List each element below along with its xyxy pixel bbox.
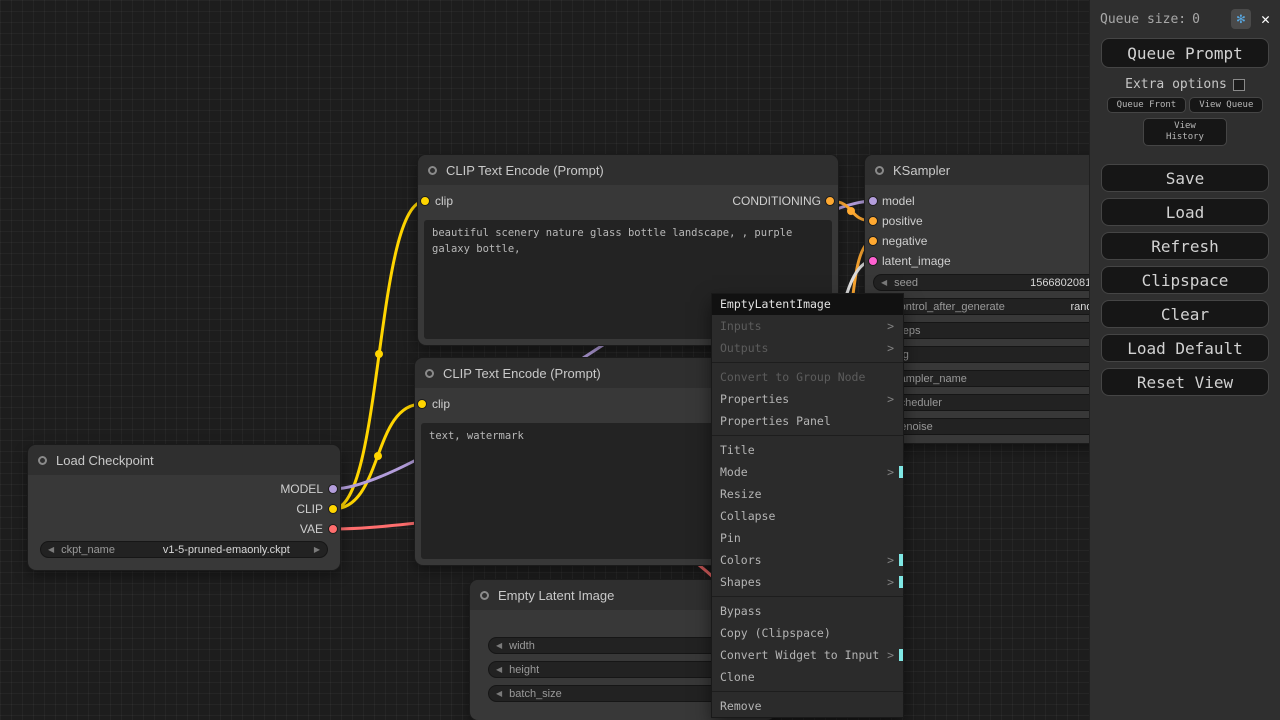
submenu-arrow-icon: > bbox=[887, 553, 894, 567]
input-label-negative: negative bbox=[882, 234, 928, 248]
submenu-accent-mark bbox=[899, 649, 903, 661]
node-title-bar[interactable]: CLIP Text Encode (Prompt) bbox=[418, 155, 838, 185]
submenu-arrow-icon: > bbox=[887, 465, 894, 479]
submenu-arrow-icon: > bbox=[887, 319, 894, 333]
menu-item-resize[interactable]: Resize bbox=[712, 483, 903, 505]
menu-item-collapse[interactable]: Collapse bbox=[712, 505, 903, 527]
menu-item-outputs: Outputs > bbox=[712, 337, 903, 359]
comfy-menu-panel: Queue size: 0 ✻ ✕ Queue Prompt Extra opt… bbox=[1090, 0, 1280, 720]
menu-item-properties-panel[interactable]: Properties Panel bbox=[712, 410, 903, 432]
node-title: Load Checkpoint bbox=[56, 452, 154, 468]
decrement-icon[interactable]: ◀ bbox=[496, 641, 502, 650]
refresh-button[interactable]: Refresh bbox=[1101, 232, 1269, 260]
node-load-checkpoint[interactable]: Load Checkpoint MODEL CLIP VAE ◀ ckpt_na… bbox=[28, 445, 340, 570]
collapse-dot-icon[interactable] bbox=[875, 165, 884, 175]
extra-options-checkbox[interactable] bbox=[1232, 78, 1245, 91]
output-label-conditioning: CONDITIONING bbox=[732, 194, 821, 208]
menu-item-inputs: Inputs > bbox=[712, 315, 903, 337]
submenu-accent-mark bbox=[899, 466, 903, 478]
close-icon[interactable]: ✕ bbox=[1261, 10, 1270, 28]
input-label-model: model bbox=[882, 194, 915, 208]
menu-item-clone[interactable]: Clone bbox=[712, 666, 903, 688]
menu-item-remove[interactable]: Remove bbox=[712, 695, 903, 717]
queue-front-button[interactable]: Queue Front bbox=[1106, 97, 1187, 113]
node-title: CLIP Text Encode (Prompt) bbox=[446, 162, 604, 178]
next-icon[interactable]: ▶ bbox=[314, 545, 320, 554]
clear-button[interactable]: Clear bbox=[1101, 300, 1269, 328]
submenu-accent-mark bbox=[899, 576, 903, 588]
decrement-icon[interactable]: ◀ bbox=[881, 278, 887, 287]
load-default-button[interactable]: Load Default bbox=[1101, 334, 1269, 362]
queue-prompt-button[interactable]: Queue Prompt bbox=[1101, 38, 1269, 68]
menu-separator bbox=[712, 688, 903, 695]
input-label-positive: positive bbox=[882, 214, 923, 228]
menu-item-convert-widget-to-input[interactable]: Convert Widget to Input > bbox=[712, 644, 903, 666]
node-title: KSampler bbox=[893, 162, 951, 178]
input-label-latent-image: latent_image bbox=[882, 254, 951, 268]
widget-ckpt-name[interactable]: ◀ ckpt_name v1-5-pruned-emaonly.ckpt ▶ bbox=[40, 541, 328, 558]
node-title: CLIP Text Encode (Prompt) bbox=[443, 365, 601, 381]
reset-view-button[interactable]: Reset View bbox=[1101, 368, 1269, 396]
settings-gear-icon[interactable]: ✻ bbox=[1230, 9, 1251, 29]
menu-item-mode[interactable]: Mode > bbox=[712, 461, 903, 483]
menu-separator bbox=[712, 593, 903, 600]
submenu-accent-mark bbox=[899, 554, 903, 566]
menu-item-pin[interactable]: Pin bbox=[712, 527, 903, 549]
load-button[interactable]: Load bbox=[1101, 198, 1269, 226]
menu-item-bypass[interactable]: Bypass bbox=[712, 600, 903, 622]
collapse-dot-icon[interactable] bbox=[480, 590, 489, 600]
menu-item-copy-clipspace[interactable]: Copy (Clipspace) bbox=[712, 622, 903, 644]
submenu-arrow-icon: > bbox=[887, 392, 894, 406]
node-title: Empty Latent Image bbox=[498, 587, 615, 603]
prev-icon[interactable]: ◀ bbox=[48, 545, 54, 554]
menu-item-shapes[interactable]: Shapes > bbox=[712, 571, 903, 593]
menu-item-title[interactable]: Title bbox=[712, 439, 903, 461]
menu-item-convert-to-group-node: Convert to Group Node bbox=[720, 370, 866, 384]
input-label-clip: clip bbox=[432, 397, 451, 411]
menu-separator bbox=[712, 432, 903, 439]
extra-options-label: Extra options bbox=[1125, 77, 1227, 92]
clipspace-button[interactable]: Clipspace bbox=[1101, 266, 1269, 294]
queue-size-label: Queue size: bbox=[1100, 11, 1187, 27]
collapse-dot-icon[interactable] bbox=[38, 455, 47, 465]
input-label-clip: clip bbox=[435, 194, 454, 208]
save-button[interactable]: Save bbox=[1101, 164, 1269, 192]
menu-item-colors[interactable]: Colors > bbox=[712, 549, 903, 571]
collapse-dot-icon[interactable] bbox=[428, 165, 437, 175]
output-label-model: MODEL bbox=[280, 482, 323, 496]
context-menu-title: EmptyLatentImage bbox=[712, 294, 903, 315]
view-history-button[interactable]: View History bbox=[1143, 118, 1227, 146]
submenu-arrow-icon: > bbox=[887, 341, 894, 355]
queue-size-value: 0 bbox=[1192, 11, 1200, 27]
output-label-clip: CLIP bbox=[296, 502, 323, 516]
menu-separator bbox=[712, 359, 903, 366]
collapse-dot-icon[interactable] bbox=[425, 368, 434, 378]
decrement-icon[interactable]: ◀ bbox=[496, 665, 502, 674]
node-title-bar[interactable]: Load Checkpoint bbox=[28, 445, 340, 475]
submenu-arrow-icon: > bbox=[887, 575, 894, 589]
output-label-vae: VAE bbox=[299, 522, 323, 536]
decrement-icon[interactable]: ◀ bbox=[496, 689, 502, 698]
view-queue-button[interactable]: View Queue bbox=[1189, 97, 1264, 113]
menu-item-properties[interactable]: Properties > bbox=[712, 388, 903, 410]
context-menu: EmptyLatentImage Inputs > Outputs > Conv… bbox=[712, 294, 903, 717]
submenu-arrow-icon: > bbox=[887, 648, 894, 662]
